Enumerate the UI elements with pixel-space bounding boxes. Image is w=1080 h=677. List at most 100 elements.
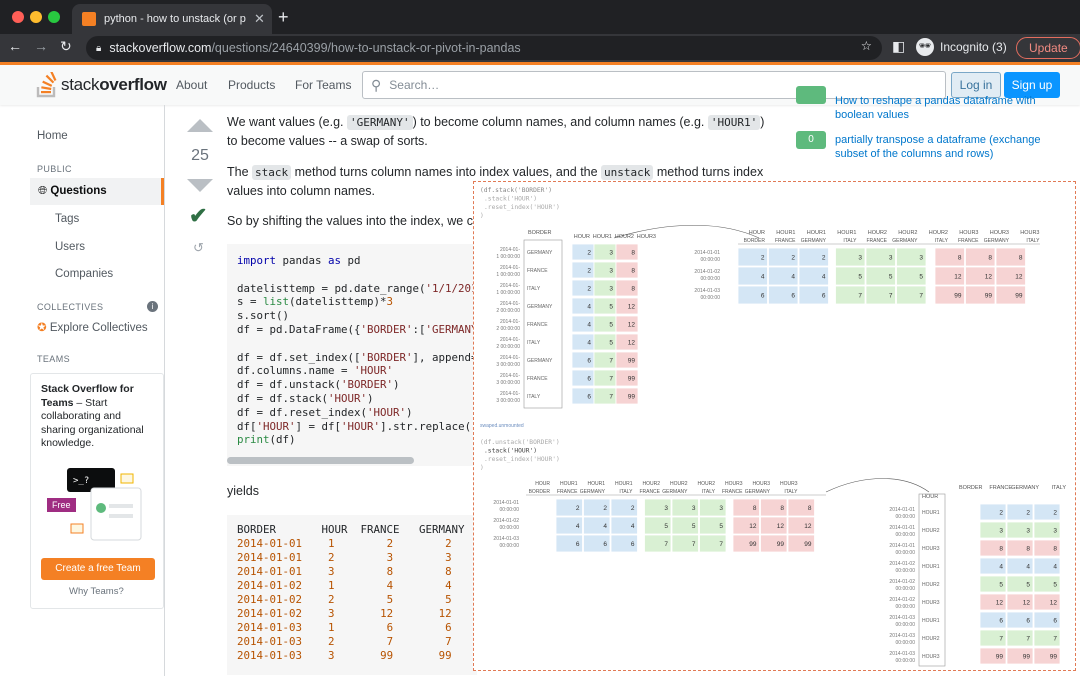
final-date-label: 2014-01-03 — [889, 651, 915, 657]
final-row-label: HOUR1 — [922, 510, 940, 516]
downvote-icon[interactable] — [187, 179, 213, 192]
accepted-check-icon: ✔ — [189, 203, 208, 228]
table-cell: 8 — [631, 250, 635, 257]
sidebar-item-label: Explore Collectives — [49, 322, 148, 334]
code-line: df = df.reset_index('HOUR') — [237, 405, 413, 419]
unstack-cell: 4 — [631, 523, 635, 530]
final-cell: 99 — [1023, 654, 1031, 661]
table-row-label: GERMANY — [527, 358, 553, 364]
output-row: 2014-01-01 2 3 3 — [237, 551, 452, 564]
nav-products[interactable]: Products — [228, 78, 275, 92]
wide-date-label: 2014-01-01 — [694, 250, 720, 256]
diagram-code-line: (df.unstack('BORDER') — [480, 439, 560, 446]
logo-text-bold: overflow — [99, 75, 167, 94]
unstack-cell: 12 — [804, 523, 812, 530]
maximize-window-icon[interactable] — [48, 11, 60, 23]
unstack-sub-header: BORDER — [529, 489, 551, 495]
logo-text-plain: stack — [61, 75, 100, 94]
code-line: print(df) — [237, 433, 296, 447]
unstack-cell: 7 — [692, 541, 696, 548]
table-cell: 12 — [628, 322, 636, 329]
unstack-group-header: HOUR2 — [670, 481, 688, 487]
final-cell: 2 — [1053, 510, 1057, 517]
table-row-label: GERMANY — [527, 250, 553, 256]
create-team-button[interactable]: Create a free Team — [41, 558, 155, 580]
forward-icon[interactable]: → — [34, 38, 48, 54]
unstack-cell: 2 — [631, 505, 635, 512]
final-cell: 3 — [1053, 528, 1057, 535]
close-window-icon[interactable] — [12, 11, 24, 23]
final-date-label: 2014-01-02 — [889, 561, 915, 567]
upvote-icon[interactable] — [187, 119, 213, 132]
table-cell: 99 — [628, 394, 636, 401]
wide-cell: 5 — [919, 274, 923, 281]
code-line: s = list(datelisttemp)*3 — [237, 295, 394, 309]
table-cell: 2 — [587, 250, 591, 257]
back-icon[interactable]: ← — [8, 38, 22, 54]
diagram-code-line: ) — [480, 213, 484, 220]
unstack-sub-header: ITALY — [784, 489, 798, 495]
table-cell: 6 — [587, 376, 591, 383]
final-date-label: 2014-01-03 — [889, 615, 915, 621]
bookmark-star-icon[interactable]: ☆ — [861, 38, 872, 53]
final-date-label: 00:00:00 — [896, 550, 916, 556]
table-cell: 8 — [631, 268, 635, 275]
table-date-label: 2014-01- — [500, 265, 520, 271]
swap-note: swaped.unmounted — [480, 423, 524, 429]
sidebar-item-tags[interactable]: Tags — [55, 213, 79, 225]
nav-for-teams[interactable]: For Teams — [295, 78, 351, 92]
code-block[interactable]: import pandas as pd datelisttemp = pd.da… — [227, 244, 477, 466]
table-cell: 5 — [609, 340, 613, 347]
incognito-profile[interactable]: 🕶︎ Incognito (3) — [916, 38, 1007, 56]
sidebar-item-users[interactable]: Users — [55, 241, 85, 253]
sidebar-item-home[interactable]: Home — [37, 130, 68, 142]
wide-cell: 8 — [958, 255, 962, 262]
table-row-label: FRANCE — [527, 322, 548, 328]
sidebar-item-companies[interactable]: Companies — [55, 268, 113, 280]
sidebar-item-questions[interactable]: 🌐︎ Questions — [30, 178, 164, 205]
unstack-cell: 8 — [753, 505, 757, 512]
sidebar-section-collectives: COLLECTIVES — [37, 302, 104, 312]
related-link[interactable]: How to reshape a pandas dataframe with b… — [835, 94, 1065, 122]
wide-sub-header: BORDER — [744, 238, 766, 244]
wide-sub-header: FRANCE — [775, 238, 796, 244]
final-date-label: 2014-01-03 — [889, 633, 915, 639]
unstack-date-label: 00:00:00 — [500, 525, 520, 531]
unstack-group-header: HOUR3 — [752, 481, 770, 487]
sidebar-toggle-icon[interactable]: ◧ — [892, 38, 905, 55]
minimize-window-icon[interactable] — [30, 11, 42, 23]
table-cell: 8 — [631, 286, 635, 293]
incognito-icon: 🕶︎ — [916, 38, 934, 56]
related-link[interactable]: partially transpose a dataframe (exchang… — [835, 133, 1065, 161]
reload-icon[interactable]: ↻ — [60, 38, 72, 55]
table-date-label: 2014-01- — [500, 355, 520, 361]
output-header: BORDER HOUR FRANCE GERMANY IT — [237, 523, 477, 536]
wide-date-label: 2014-01-02 — [694, 269, 720, 275]
tab-close-icon[interactable]: ✕ — [254, 11, 265, 27]
vote-count: 25 — [191, 147, 209, 164]
unstack-sub-header: ITALY — [619, 489, 633, 495]
code-scrollbar[interactable] — [227, 457, 414, 464]
table-date-label: 2014-01- — [500, 337, 520, 343]
update-button[interactable]: Update — [1016, 37, 1080, 59]
wide-cell: 8 — [1019, 255, 1023, 262]
browser-tab[interactable]: python - how to unstack (or pivot ✕ — [72, 4, 272, 34]
wide-sub-header: FRANCE — [958, 238, 979, 244]
unstack-cell: 4 — [576, 523, 580, 530]
new-tab-icon[interactable]: + — [278, 7, 289, 28]
nav-about[interactable]: About — [176, 78, 207, 92]
unstack-cell: 99 — [804, 541, 812, 548]
info-icon[interactable]: i — [147, 301, 158, 312]
table-index-header: BORDER — [528, 230, 552, 236]
url-field[interactable]: 🔒︎ stackoverflow.com/questions/24640399/… — [86, 36, 882, 60]
wide-group-header: HOUR2 — [929, 230, 948, 236]
output-row: 2014-01-02 2 5 5 — [237, 593, 452, 606]
table-cell: 3 — [609, 286, 613, 293]
stackoverflow-logo[interactable]: stack overflow — [36, 72, 167, 98]
final-date-label: 00:00:00 — [896, 658, 916, 664]
table-cell: 99 — [628, 376, 636, 383]
why-teams-link[interactable]: Why Teams? — [69, 586, 124, 597]
output-block[interactable]: BORDER HOUR FRANCE GERMANY IT 2014-01-01 … — [227, 515, 477, 675]
history-icon[interactable]: ↺ — [193, 240, 204, 256]
sidebar-item-explore-collectives[interactable]: ✪ Explore Collectives — [37, 320, 148, 334]
